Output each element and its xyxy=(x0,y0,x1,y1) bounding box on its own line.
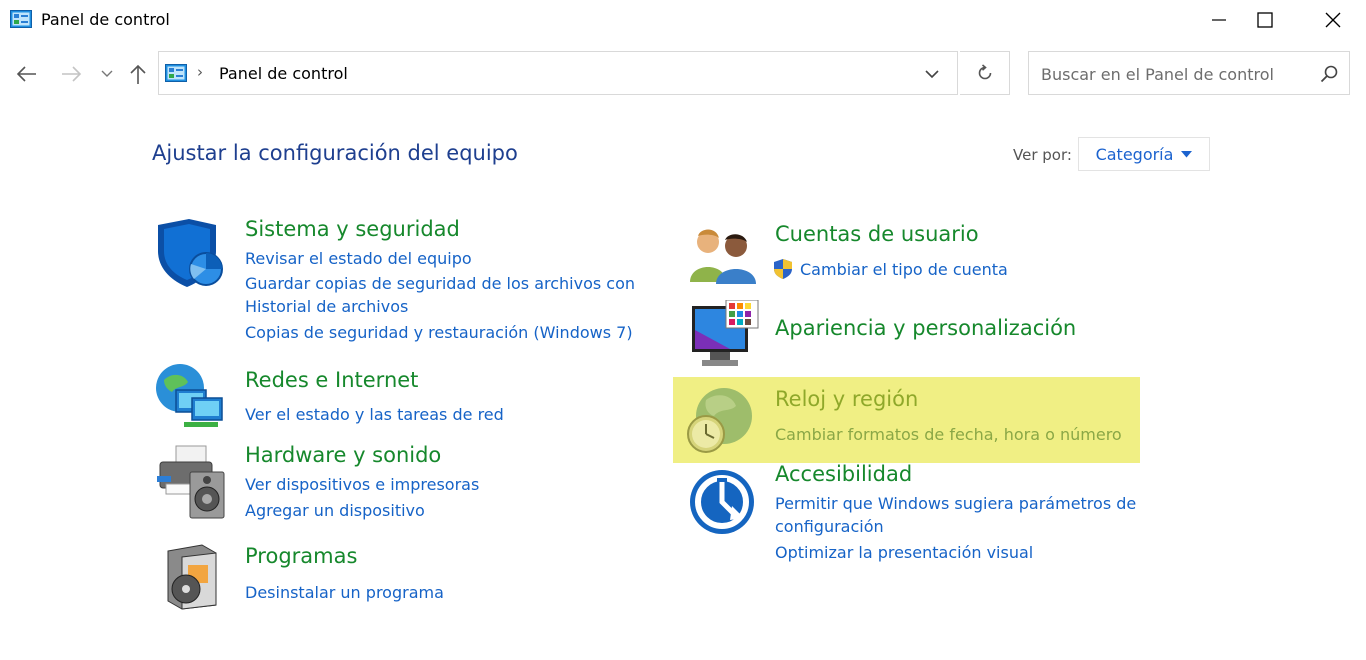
minimize-icon xyxy=(1212,19,1226,21)
link-let-windows-suggest-continued[interactable]: configuración xyxy=(775,515,884,538)
address-dropdown-button[interactable] xyxy=(919,61,945,87)
control-panel-icon xyxy=(165,64,187,82)
window-title: Panel de control xyxy=(41,10,170,29)
search-input[interactable] xyxy=(1041,62,1311,86)
category-clock-region[interactable]: Reloj y región xyxy=(775,387,918,411)
users-icon xyxy=(690,229,756,284)
category-user-accounts[interactable]: Cuentas de usuario xyxy=(775,222,979,246)
address-bar[interactable]: › Panel de control xyxy=(158,51,958,95)
printer-speaker-icon xyxy=(157,445,225,519)
link-file-history[interactable]: Historial de archivos xyxy=(245,295,408,318)
recent-locations-button[interactable] xyxy=(98,60,116,88)
search-box[interactable] xyxy=(1028,51,1350,95)
link-uninstall-program[interactable]: Desinstalar un programa xyxy=(245,581,444,604)
arrow-left-icon xyxy=(16,66,36,82)
link-optimize-visual-display[interactable]: Optimizar la presentación visual xyxy=(775,541,1033,564)
chevron-down-icon xyxy=(925,69,939,78)
arrow-right-icon xyxy=(62,66,82,82)
clock-globe-icon xyxy=(687,388,752,453)
up-button[interactable] xyxy=(126,60,150,88)
link-backup-files[interactable]: Guardar copias de seguridad de los archi… xyxy=(245,272,635,295)
link-change-account-type[interactable]: Cambiar el tipo de cuenta xyxy=(800,258,1008,281)
link-add-device[interactable]: Agregar un dispositivo xyxy=(245,499,425,522)
category-programs[interactable]: Programas xyxy=(245,544,357,568)
arrow-up-icon xyxy=(130,64,146,84)
category-appearance-personalization[interactable]: Apariencia y personalización xyxy=(775,316,1076,340)
accessibility-icon xyxy=(690,470,754,534)
breadcrumb-control-panel[interactable]: Panel de control xyxy=(219,64,348,83)
category-network-internet[interactable]: Redes e Internet xyxy=(245,368,418,392)
network-globe-icon xyxy=(156,364,223,427)
minimize-button[interactable] xyxy=(1196,0,1242,40)
breadcrumb-separator: › xyxy=(197,63,203,81)
title-bar: Panel de control xyxy=(0,0,1366,40)
forward-button[interactable] xyxy=(58,60,84,88)
view-by-select[interactable]: Categoría xyxy=(1078,137,1210,171)
control-panel-icon xyxy=(10,10,32,28)
link-change-date-formats[interactable]: Cambiar formatos de fecha, hora o número xyxy=(775,423,1122,446)
programs-box-icon xyxy=(167,544,217,610)
refresh-button[interactable] xyxy=(960,51,1010,95)
category-accessibility[interactable]: Accesibilidad xyxy=(775,462,912,486)
link-backup-restore[interactable]: Copias de seguridad y restauración (Wind… xyxy=(245,321,633,344)
link-review-computer-status[interactable]: Revisar el estado del equipo xyxy=(245,247,472,270)
close-icon xyxy=(1325,12,1341,28)
link-network-status[interactable]: Ver el estado y las tareas de red xyxy=(245,403,504,426)
refresh-icon xyxy=(978,64,991,80)
category-hardware-sound[interactable]: Hardware y sonido xyxy=(245,443,441,467)
chevron-down-icon xyxy=(101,70,113,77)
maximize-icon xyxy=(1257,12,1273,28)
back-button[interactable] xyxy=(14,60,40,88)
link-let-windows-suggest[interactable]: Permitir que Windows sugiera parámetros … xyxy=(775,492,1136,515)
uac-shield-icon xyxy=(774,259,792,279)
shield-icon xyxy=(158,219,223,287)
view-by-label: Ver por: xyxy=(1013,146,1072,164)
search-icon[interactable] xyxy=(1319,64,1339,84)
maximize-button[interactable] xyxy=(1242,0,1288,40)
view-by-value: Categoría xyxy=(1095,144,1174,164)
category-system-security[interactable]: Sistema y seguridad xyxy=(245,217,460,241)
page-title: Ajustar la configuración del equipo xyxy=(152,141,518,165)
monitor-palette-icon xyxy=(692,300,759,366)
caret-down-icon xyxy=(1181,150,1193,157)
link-devices-printers[interactable]: Ver dispositivos e impresoras xyxy=(245,473,479,496)
close-button[interactable] xyxy=(1310,0,1356,40)
